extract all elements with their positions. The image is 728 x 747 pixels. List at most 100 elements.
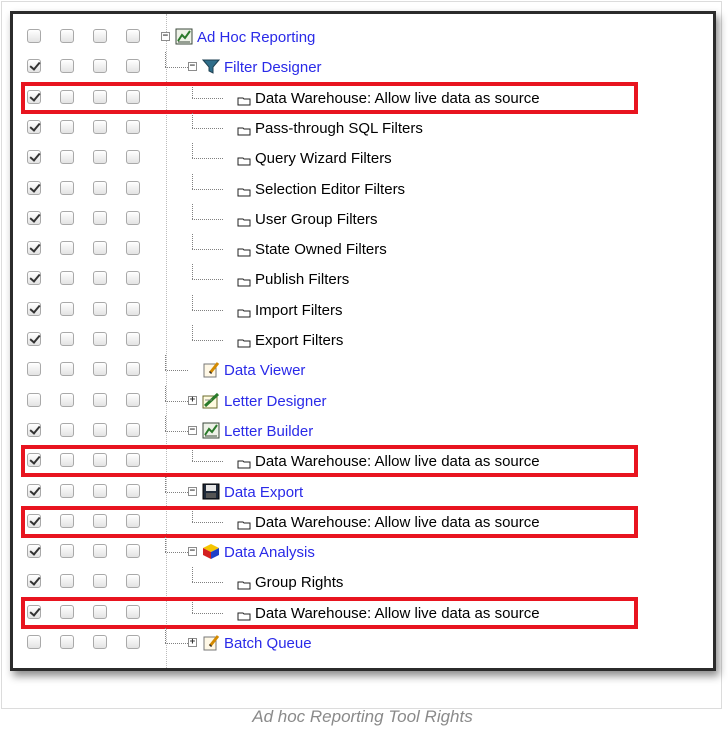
expand-toggle[interactable]: + xyxy=(188,638,197,647)
rights-checkbox-2[interactable] xyxy=(60,453,74,468)
rights-checkbox-2[interactable] xyxy=(60,574,74,589)
rights-checkbox-2[interactable] xyxy=(60,241,74,256)
rights-checkbox-3[interactable] xyxy=(93,332,107,346)
rights-checkbox-1[interactable] xyxy=(27,271,41,286)
rights-checkbox-2[interactable] xyxy=(60,59,74,74)
rights-checkbox-3[interactable] xyxy=(93,483,107,498)
rights-checkbox-1[interactable] xyxy=(27,59,41,74)
rights-checkbox-3[interactable] xyxy=(93,453,107,468)
tool-link[interactable]: Data Analysis xyxy=(224,544,315,561)
rights-checkbox-2[interactable] xyxy=(60,89,74,104)
rights-checkbox-4[interactable] xyxy=(126,301,140,316)
rights-checkbox-2[interactable] xyxy=(60,513,74,528)
rights-checkbox-4[interactable] xyxy=(126,59,140,74)
rights-checkbox-1[interactable] xyxy=(27,513,41,528)
rights-checkbox-1[interactable] xyxy=(27,29,41,43)
rights-checkbox-1[interactable] xyxy=(27,180,41,195)
rights-checkbox-4[interactable] xyxy=(126,241,140,256)
rights-checkbox-2[interactable] xyxy=(60,180,74,195)
rights-checkbox-4[interactable] xyxy=(126,332,140,346)
rights-checkbox-1[interactable] xyxy=(27,635,41,649)
rights-checkbox-3[interactable] xyxy=(93,59,107,74)
rights-checkbox-4[interactable] xyxy=(126,210,140,225)
rights-checkbox-4[interactable] xyxy=(126,362,140,377)
rights-checkbox-4[interactable] xyxy=(126,29,140,43)
rights-checkbox-3[interactable] xyxy=(93,422,107,437)
rights-checkbox-4[interactable] xyxy=(126,544,140,559)
rights-checkbox-3[interactable] xyxy=(93,241,107,256)
rights-checkbox-3[interactable] xyxy=(93,119,107,134)
rights-checkbox-2[interactable] xyxy=(60,635,74,649)
rights-checkbox-4[interactable] xyxy=(126,483,140,498)
rights-checkbox-1[interactable] xyxy=(27,210,41,225)
rights-checkbox-4[interactable] xyxy=(126,150,140,165)
rights-checkbox-1[interactable] xyxy=(27,604,41,619)
rights-checkbox-4[interactable] xyxy=(126,422,140,437)
rights-checkbox-3[interactable] xyxy=(93,89,107,104)
rights-checkbox-3[interactable] xyxy=(93,150,107,165)
rights-checkbox-1[interactable] xyxy=(27,362,41,377)
rights-checkbox-2[interactable] xyxy=(60,483,74,498)
rights-checkbox-2[interactable] xyxy=(60,119,74,134)
rights-checkbox-1[interactable] xyxy=(27,89,41,104)
rights-checkbox-1[interactable] xyxy=(27,150,41,165)
rights-checkbox-3[interactable] xyxy=(93,362,107,377)
rights-checkbox-4[interactable] xyxy=(126,513,140,528)
rights-checkbox-1[interactable] xyxy=(27,332,41,346)
rights-checkbox-1[interactable] xyxy=(27,422,41,437)
rights-checkbox-2[interactable] xyxy=(60,332,74,346)
tool-link[interactable]: Filter Designer xyxy=(224,59,322,76)
tree-connector xyxy=(192,112,193,128)
rights-checkbox-2[interactable] xyxy=(60,29,74,43)
collapse-toggle[interactable]: − xyxy=(188,486,197,496)
tool-link[interactable]: Data Export xyxy=(224,484,303,501)
rights-checkbox-3[interactable] xyxy=(93,604,107,619)
rights-checkbox-1[interactable] xyxy=(27,483,41,498)
collapse-toggle[interactable]: − xyxy=(188,547,197,557)
rights-checkbox-1[interactable] xyxy=(27,301,41,316)
rights-checkbox-4[interactable] xyxy=(126,89,140,104)
rights-checkbox-4[interactable] xyxy=(126,574,140,589)
rights-checkbox-2[interactable] xyxy=(60,544,74,559)
rights-checkbox-3[interactable] xyxy=(93,544,107,559)
rights-checkbox-4[interactable] xyxy=(126,392,140,407)
tool-link[interactable]: Letter Builder xyxy=(224,423,313,440)
rights-checkbox-3[interactable] xyxy=(93,635,107,649)
rights-checkbox-4[interactable] xyxy=(126,180,140,195)
tool-link[interactable]: Batch Queue xyxy=(224,635,312,652)
rights-checkbox-1[interactable] xyxy=(27,574,41,589)
rights-checkbox-1[interactable] xyxy=(27,453,41,468)
rights-checkbox-2[interactable] xyxy=(60,392,74,407)
rights-checkbox-3[interactable] xyxy=(93,271,107,286)
rights-checkbox-1[interactable] xyxy=(27,544,41,559)
rights-checkbox-2[interactable] xyxy=(60,362,74,377)
tool-link[interactable]: Letter Designer xyxy=(224,393,327,410)
expand-toggle[interactable]: + xyxy=(188,395,197,405)
rights-checkbox-3[interactable] xyxy=(93,513,107,528)
rights-checkbox-4[interactable] xyxy=(126,271,140,286)
collapse-toggle[interactable]: − xyxy=(188,425,197,435)
rights-checkbox-1[interactable] xyxy=(27,241,41,256)
rights-checkbox-2[interactable] xyxy=(60,422,74,437)
rights-checkbox-1[interactable] xyxy=(27,119,41,134)
tool-link[interactable]: Ad Hoc Reporting xyxy=(197,29,315,46)
rights-checkbox-2[interactable] xyxy=(60,301,74,316)
rights-checkbox-2[interactable] xyxy=(60,210,74,225)
rights-checkbox-3[interactable] xyxy=(93,210,107,225)
collapse-toggle[interactable]: − xyxy=(188,62,197,72)
rights-checkbox-4[interactable] xyxy=(126,453,140,468)
rights-checkbox-4[interactable] xyxy=(126,635,140,649)
rights-checkbox-4[interactable] xyxy=(126,604,140,619)
rights-checkbox-3[interactable] xyxy=(93,392,107,407)
rights-checkbox-3[interactable] xyxy=(93,574,107,589)
rights-checkbox-2[interactable] xyxy=(60,271,74,286)
collapse-toggle[interactable]: − xyxy=(161,32,170,41)
tool-link[interactable]: Data Viewer xyxy=(224,362,305,379)
rights-checkbox-3[interactable] xyxy=(93,301,107,316)
rights-checkbox-3[interactable] xyxy=(93,29,107,43)
rights-checkbox-3[interactable] xyxy=(93,180,107,195)
rights-checkbox-2[interactable] xyxy=(60,150,74,165)
rights-checkbox-1[interactable] xyxy=(27,392,41,407)
rights-checkbox-2[interactable] xyxy=(60,604,74,619)
rights-checkbox-4[interactable] xyxy=(126,119,140,134)
